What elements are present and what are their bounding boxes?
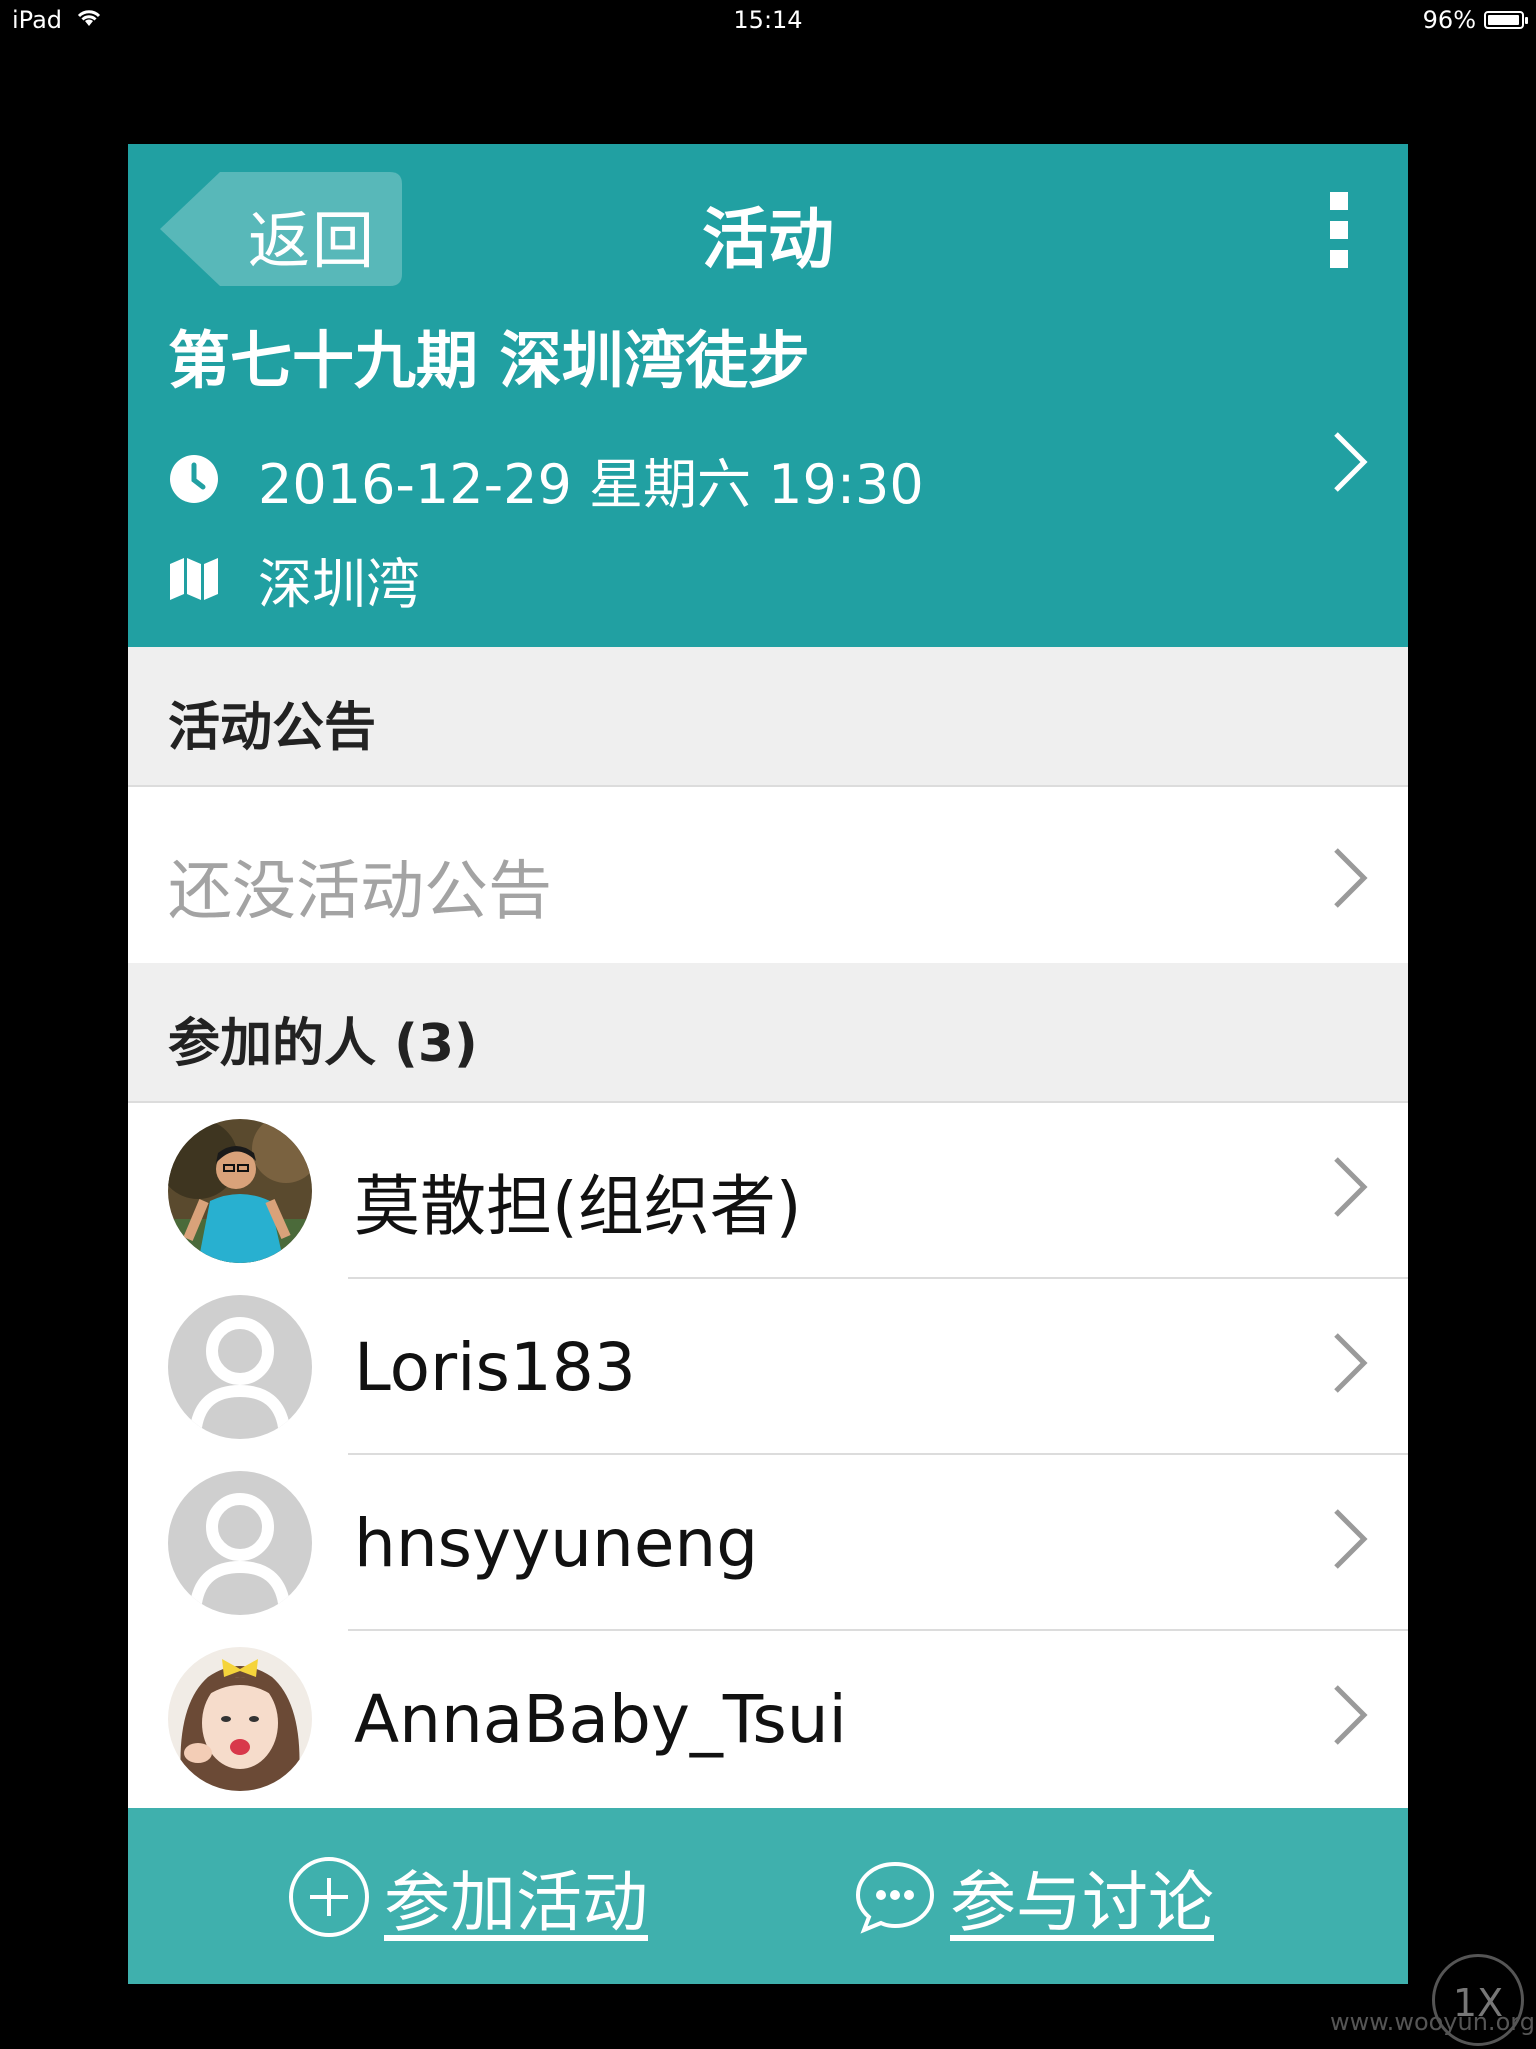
member-photo-icon — [168, 1119, 312, 1263]
member-name: Loris183 — [354, 1329, 636, 1406]
chevron-right-icon[interactable] — [1330, 430, 1370, 494]
event-datetime: 2016-12-29 星期六 19:30 — [258, 452, 924, 516]
notice-section-header: 活动公告 — [128, 647, 1408, 787]
event-title: 第七十九期 深圳湾徒步 — [168, 324, 810, 397]
event-location: 深圳湾 — [258, 552, 420, 616]
more-dot-icon — [1330, 221, 1348, 239]
default-avatar-icon — [168, 1295, 312, 1439]
map-icon — [168, 553, 220, 605]
notice-row[interactable]: 还没活动公告 — [128, 792, 1408, 963]
avatar — [168, 1647, 312, 1791]
member-row[interactable]: hnsyyuneng — [128, 1455, 1408, 1631]
member-row[interactable]: 莫散担(组织者) — [128, 1103, 1408, 1279]
clock-icon — [168, 453, 220, 505]
avatar — [168, 1119, 312, 1263]
more-dot-icon — [1330, 250, 1348, 268]
plus-circle-icon — [288, 1856, 370, 1938]
activity-screen: 返回 活动 第七十九期 深圳湾徒步 2016-12-29 星期六 19:30 深… — [128, 144, 1408, 1984]
join-discussion-button[interactable]: 参与讨论 — [854, 1852, 1214, 1942]
member-row[interactable]: AnnaBaby_Tsui — [128, 1631, 1408, 1807]
event-location-row: 深圳湾 — [168, 534, 1368, 624]
member-name: hnsyyuneng — [354, 1505, 759, 1582]
chevron-right-icon — [1334, 1685, 1368, 1745]
notice-empty-text: 还没活动公告 — [168, 855, 552, 929]
event-time-row[interactable]: 2016-12-29 星期六 19:30 — [168, 434, 1368, 524]
chevron-right-icon — [1334, 1333, 1368, 1393]
member-name: 莫散担(组织者) — [354, 1168, 802, 1245]
bottom-action-bar: 参加活动 参与讨论 — [128, 1808, 1408, 1984]
member-name: AnnaBaby_Tsui — [354, 1681, 847, 1758]
members-section-title: 参加的人 (3) — [168, 1014, 478, 1074]
chat-bubble-icon — [854, 1860, 936, 1934]
battery-percent: 96% — [1422, 6, 1476, 34]
default-avatar-icon — [168, 1471, 312, 1615]
member-photo-icon — [168, 1647, 312, 1791]
chevron-right-icon — [1334, 848, 1368, 908]
join-discussion-label: 参与讨论 — [950, 1864, 1214, 1941]
avatar — [168, 1295, 312, 1439]
chevron-right-icon — [1334, 1157, 1368, 1217]
page-title: 活动 — [702, 201, 834, 278]
clock: 15:14 — [733, 6, 803, 34]
join-activity-button[interactable]: 参加活动 — [288, 1852, 648, 1942]
watermark-url: www.wooyun.org — [1330, 2008, 1535, 2036]
more-menu-button[interactable] — [1328, 192, 1352, 268]
notice-section-title: 活动公告 — [168, 698, 377, 758]
join-activity-label: 参加活动 — [384, 1864, 648, 1941]
members-section-header: 参加的人 (3) — [128, 963, 1408, 1103]
chevron-right-icon — [1334, 1509, 1368, 1569]
status-bar: iPad 15:14 96% — [0, 0, 1536, 40]
activity-header: 返回 活动 第七十九期 深圳湾徒步 2016-12-29 星期六 19:30 深… — [128, 144, 1408, 647]
battery-icon — [1484, 11, 1528, 29]
member-row[interactable]: Loris183 — [128, 1279, 1408, 1455]
avatar — [168, 1471, 312, 1615]
more-dot-icon — [1330, 192, 1348, 210]
